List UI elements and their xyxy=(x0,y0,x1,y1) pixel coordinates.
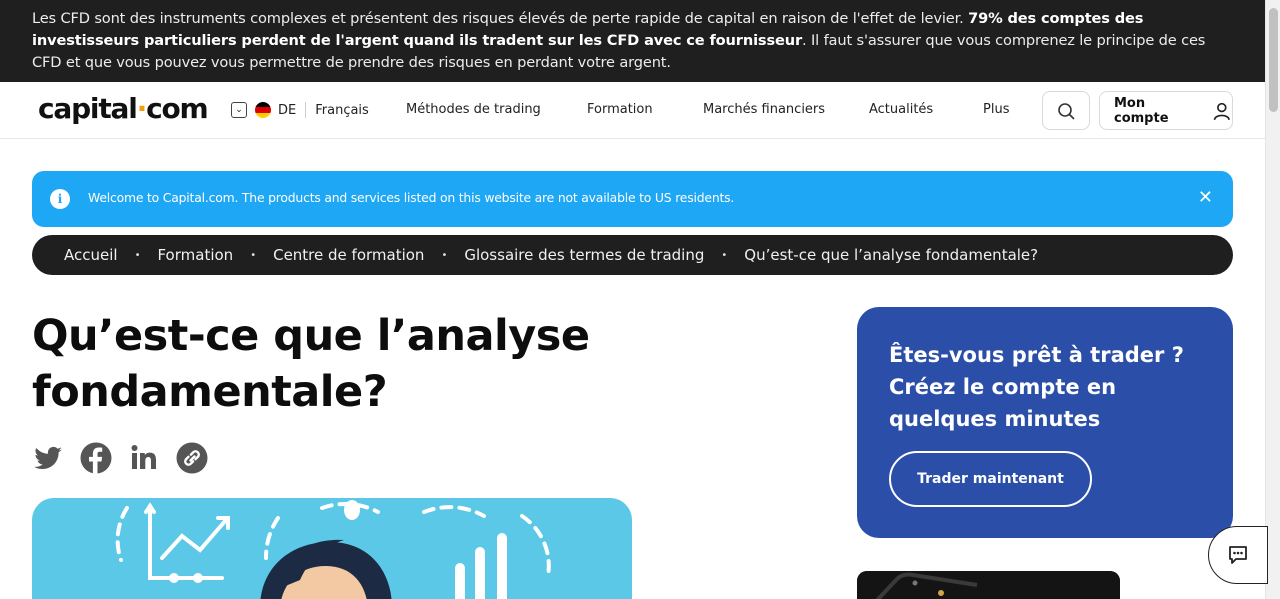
my-account-label: Mon compte xyxy=(1114,95,1169,126)
search-button[interactable] xyxy=(1042,91,1090,130)
linkedin-icon[interactable] xyxy=(128,442,160,474)
article-hero-image xyxy=(32,498,632,599)
copy-link-icon[interactable] xyxy=(176,442,208,474)
breadcrumb-item-home[interactable]: Accueil xyxy=(64,246,118,264)
phone-illustration xyxy=(857,571,1120,599)
menu-item-markets[interactable]: Marchés financiers xyxy=(703,102,825,117)
capital-com-logo[interactable]: capital·com xyxy=(38,92,209,125)
facebook-icon[interactable] xyxy=(80,442,112,474)
risk-warning-text: Les CFD sont des instruments complexes e… xyxy=(32,10,969,27)
close-icon[interactable]: ✕ xyxy=(1198,187,1213,208)
info-icon: i xyxy=(50,189,70,209)
scrollbar-thumb[interactable] xyxy=(1269,8,1278,112)
notice-message: Welcome to Capital.com. The products and… xyxy=(88,190,735,205)
breadcrumb-separator: • xyxy=(721,249,728,261)
language-divider xyxy=(305,102,307,118)
my-account-button[interactable]: Mon compte xyxy=(1099,91,1233,130)
chevron-down-icon: ⌄ xyxy=(231,102,247,118)
breadcrumb-separator: • xyxy=(441,249,448,261)
signup-cta-card: Êtes-vous prêt à trader ? Créez le compt… xyxy=(857,307,1233,538)
user-icon xyxy=(1214,102,1231,120)
breadcrumb: Accueil • Formation • Centre de formatio… xyxy=(32,235,1233,275)
page-scrollbar[interactable] xyxy=(1265,0,1280,599)
germany-flag-icon xyxy=(255,102,271,118)
breadcrumb-item-learning-center[interactable]: Centre de formation xyxy=(273,246,424,264)
chat-button[interactable] xyxy=(1208,526,1268,584)
menu-item-more[interactable]: Plus xyxy=(983,102,1009,117)
menu-item-education[interactable]: Formation xyxy=(587,102,653,117)
us-residents-notice: i Welcome to Capital.com. The products a… xyxy=(32,171,1233,227)
app-promo-image xyxy=(857,571,1120,599)
trade-now-button[interactable]: Trader maintenant xyxy=(889,451,1092,507)
language-label: Français xyxy=(315,102,369,118)
main-navigation: capital·com ⌄ DE Français Méthodes de tr… xyxy=(0,82,1265,139)
country-code: DE xyxy=(278,102,297,118)
menu-item-trading-methods[interactable]: Méthodes de trading xyxy=(406,102,541,117)
twitter-icon[interactable] xyxy=(32,442,64,474)
breadcrumb-separator: • xyxy=(250,249,257,261)
breadcrumb-item-education[interactable]: Formation xyxy=(157,246,233,264)
chat-bubble-icon xyxy=(1229,546,1247,564)
breadcrumb-item-current: Qu’est-ce que l’analyse fondamentale? xyxy=(744,246,1039,264)
page-title: Qu’est-ce que l’analyse fondamentale? xyxy=(32,311,590,417)
breadcrumb-separator: • xyxy=(134,249,141,261)
language-selector[interactable]: ⌄ DE Français xyxy=(231,102,369,118)
menu-item-news[interactable]: Actualités xyxy=(869,102,933,117)
analysis-illustration xyxy=(115,500,551,599)
cta-heading: Êtes-vous prêt à trader ? Créez le compt… xyxy=(889,343,1184,431)
search-icon xyxy=(1058,102,1075,119)
risk-warning-banner: Les CFD sont des instruments complexes e… xyxy=(0,0,1265,82)
breadcrumb-item-glossary[interactable]: Glossaire des termes de trading xyxy=(464,246,704,264)
